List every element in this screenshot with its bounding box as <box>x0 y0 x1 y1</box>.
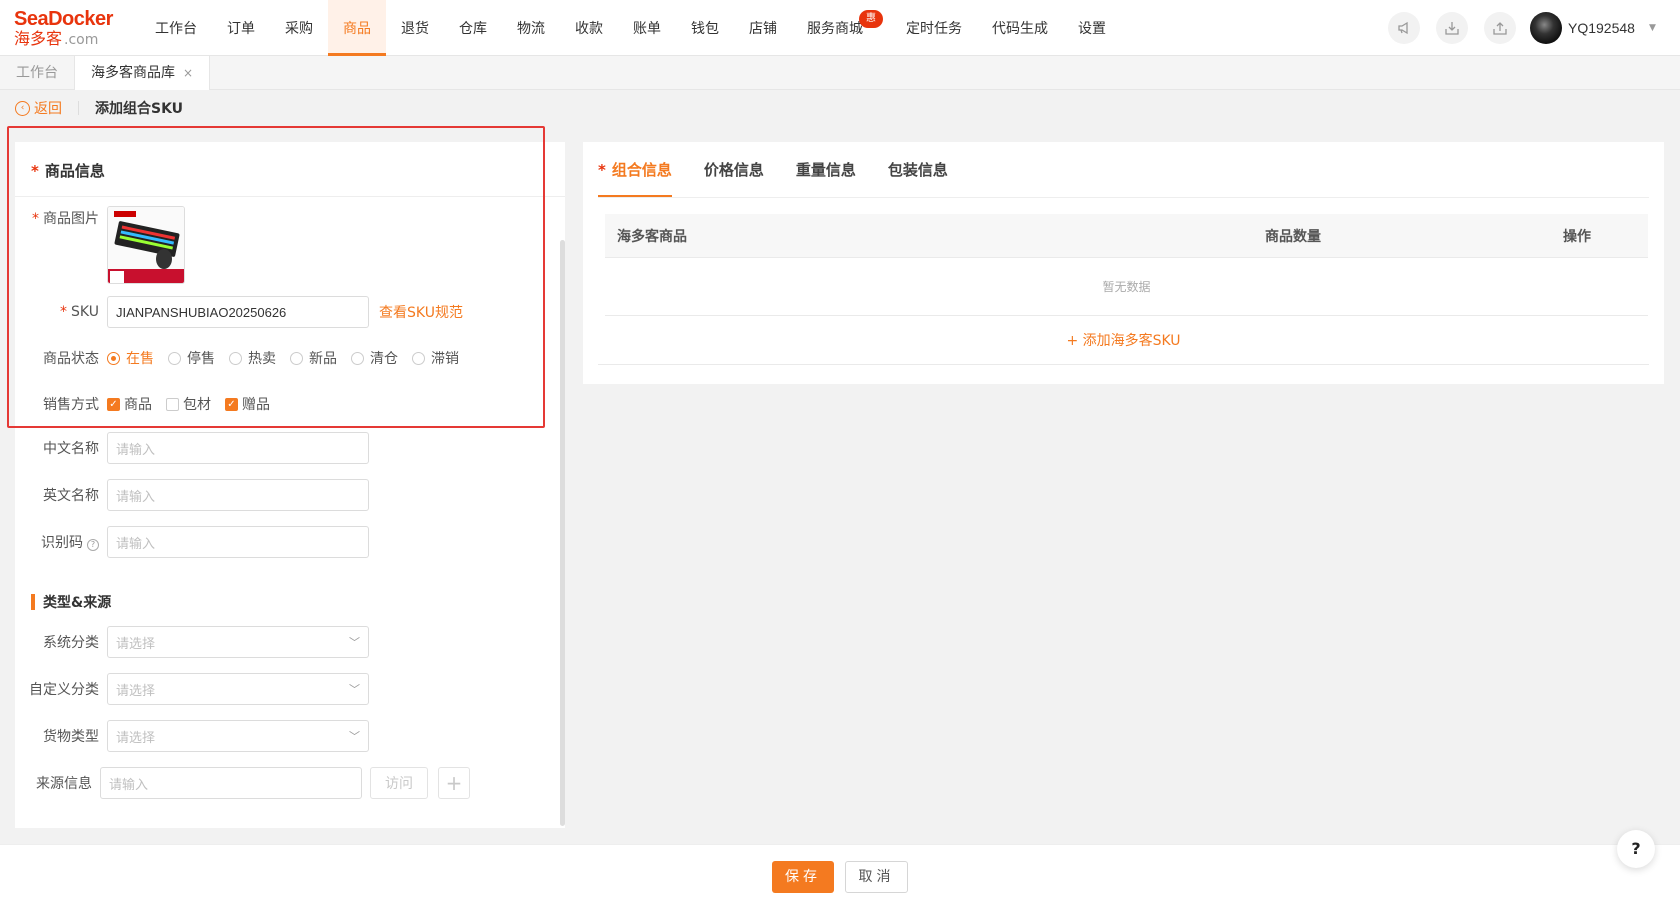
source-input[interactable]: 请输入 <box>100 767 362 799</box>
source-label: 来源信息 <box>36 776 92 792</box>
tab-weight-info[interactable]: 重量信息 <box>796 142 856 197</box>
status-radio-clearance[interactable]: 清仓 <box>351 348 398 368</box>
promo-badge: 惠 <box>859 10 883 28</box>
col-actions: 操作 <box>1563 228 1591 245</box>
status-label: 商品状态 <box>43 351 99 367</box>
add-sku-button[interactable]: + 添加海多客SKU <box>598 317 1649 365</box>
nav-item-payments[interactable]: 收款 <box>560 0 618 56</box>
logo-domain: .com <box>64 32 99 48</box>
en-name-input[interactable]: 请输入 <box>107 479 369 511</box>
sale-check-gift[interactable]: ✓ 赠品 <box>225 394 270 414</box>
announcement-icon[interactable] <box>1388 12 1420 44</box>
status-radio-hot[interactable]: 热卖 <box>229 348 276 368</box>
sku-label: SKU <box>71 304 99 320</box>
nav-item-code-gen[interactable]: 代码生成 <box>977 0 1063 56</box>
product-info-panel: * 商品信息 * 商品图片 * SKU JIANPANSHUBIAO20250626 … <box>15 142 565 828</box>
nav-item-products[interactable]: 商品 <box>328 0 386 56</box>
user-name: YQ192548 <box>1568 20 1635 36</box>
code-label: 识别码 <box>41 535 83 551</box>
nav-item-purchase[interactable]: 采购 <box>270 0 328 56</box>
nav-item-scheduled-tasks[interactable]: 定时任务 <box>891 0 977 56</box>
col-product: 海多客商品 <box>617 228 687 245</box>
seadocker-logo[interactable]: SeaDocker 海多客 .com <box>14 8 124 50</box>
page-tabs-bar: 工作台 海多客商品库 × <box>0 56 1680 90</box>
custom-category-select[interactable]: 请选择 ﹀ <box>107 673 369 705</box>
panel-scrollbar[interactable] <box>560 240 565 826</box>
tab-price-info[interactable]: 价格信息 <box>704 142 764 197</box>
page-tab-workbench[interactable]: 工作台 <box>0 56 75 90</box>
status-radio-discontinued[interactable]: 停售 <box>168 348 215 368</box>
sku-input[interactable]: JIANPANSHUBIAO20250626 <box>107 296 369 328</box>
goods-type-select[interactable]: 请选择 ﹀ <box>107 720 369 752</box>
back-button[interactable]: ‹ 返回 <box>15 98 62 118</box>
nav-item-logistics[interactable]: 物流 <box>502 0 560 56</box>
breadcrumb: ‹ 返回 添加组合SKU <box>0 90 1680 126</box>
save-button[interactable]: 保存 <box>772 861 834 893</box>
chevron-down-icon: ﹀ <box>349 683 360 696</box>
status-radio-group: 在售 停售 热卖 新品 清仓 滞销 <box>107 348 459 368</box>
logo-sub: 海多客 <box>14 29 63 48</box>
page-title: 添加组合SKU <box>95 101 184 117</box>
caret-down-icon: ▼ <box>1648 23 1656 33</box>
empty-state: 暂无数据 <box>605 258 1648 316</box>
avatar <box>1530 12 1562 44</box>
nav-item-service-mall[interactable]: 服务商城惠 <box>792 0 891 56</box>
nav-item-settings[interactable]: 设置 <box>1063 0 1121 56</box>
add-source-button[interactable]: + <box>438 767 470 799</box>
goods-type-label: 货物类型 <box>43 729 99 745</box>
product-image-label: 商品图片 <box>43 211 99 227</box>
status-radio-slow[interactable]: 滞销 <box>412 348 459 368</box>
tab-packaging-info[interactable]: 包装信息 <box>888 142 948 197</box>
custom-category-label: 自定义分类 <box>29 682 99 698</box>
tab-combo-info[interactable]: * 组合信息 <box>598 142 672 197</box>
status-radio-new[interactable]: 新品 <box>290 348 337 368</box>
nav-item-returns[interactable]: 退货 <box>386 0 444 56</box>
cn-name-label: 中文名称 <box>43 441 99 457</box>
upload-icon[interactable] <box>1484 12 1516 44</box>
product-image[interactable] <box>107 206 185 284</box>
footer-bar: 保存 取消 <box>0 844 1680 908</box>
help-question-icon[interactable]: ? <box>87 539 99 551</box>
cancel-button[interactable]: 取消 <box>845 861 908 893</box>
chevron-down-icon: ﹀ <box>349 730 360 743</box>
nav-item-workbench[interactable]: 工作台 <box>140 0 212 56</box>
sale-check-packaging[interactable]: 包材 <box>166 394 211 414</box>
sale-check-product[interactable]: ✓ 商品 <box>107 394 152 414</box>
page-tab-product-library[interactable]: 海多客商品库 × <box>75 56 211 90</box>
back-arrow-icon: ‹ <box>15 100 30 116</box>
en-name-label: 英文名称 <box>43 488 99 504</box>
close-icon[interactable]: × <box>183 66 193 80</box>
status-radio-on-sale[interactable]: 在售 <box>107 348 154 368</box>
combo-info-panel: * 组合信息 价格信息 重量信息 包装信息 海多客商品 商品数量 操作 暂无数据 … <box>583 142 1664 384</box>
sys-category-label: 系统分类 <box>43 635 99 651</box>
nav-item-wallet[interactable]: 钱包 <box>676 0 734 56</box>
nav-item-store[interactable]: 店铺 <box>734 0 792 56</box>
help-button[interactable]: ? <box>1617 830 1655 868</box>
download-icon[interactable] <box>1436 12 1468 44</box>
table-header: 海多客商品 商品数量 操作 <box>605 214 1648 258</box>
visit-button[interactable]: 访问 <box>370 767 428 799</box>
nav-item-bills[interactable]: 账单 <box>618 0 676 56</box>
sale-mode-checkbox-group: ✓ 商品 包材 ✓ 赠品 <box>107 394 270 414</box>
col-quantity: 商品数量 <box>1265 228 1321 245</box>
info-tabs: * 组合信息 价格信息 重量信息 包装信息 <box>598 142 948 197</box>
nav-item-orders[interactable]: 订单 <box>212 0 270 56</box>
code-input[interactable]: 请输入 <box>107 526 369 558</box>
top-navbar: SeaDocker 海多客 .com 工作台 订单 采购 商品 退货 仓库 物流 … <box>0 0 1680 56</box>
type-source-section-title: 类型&来源 <box>43 595 112 611</box>
logo-brand: SeaDocker <box>14 8 113 30</box>
user-menu[interactable]: YQ192548 ▼ <box>1530 12 1656 44</box>
nav-item-warehouse[interactable]: 仓库 <box>444 0 502 56</box>
product-info-title: 商品信息 <box>44 162 105 180</box>
sku-spec-link[interactable]: 查看SKU规范 <box>379 302 463 322</box>
sys-category-select[interactable]: 请选择 ﹀ <box>107 626 369 658</box>
main-menu: 工作台 订单 采购 商品 退货 仓库 物流 收款 账单 钱包 店铺 服务商城惠 … <box>140 0 1121 56</box>
cn-name-input[interactable]: 请输入 <box>107 432 369 464</box>
sale-mode-label: 销售方式 <box>43 397 99 413</box>
chevron-down-icon: ﹀ <box>349 636 360 649</box>
